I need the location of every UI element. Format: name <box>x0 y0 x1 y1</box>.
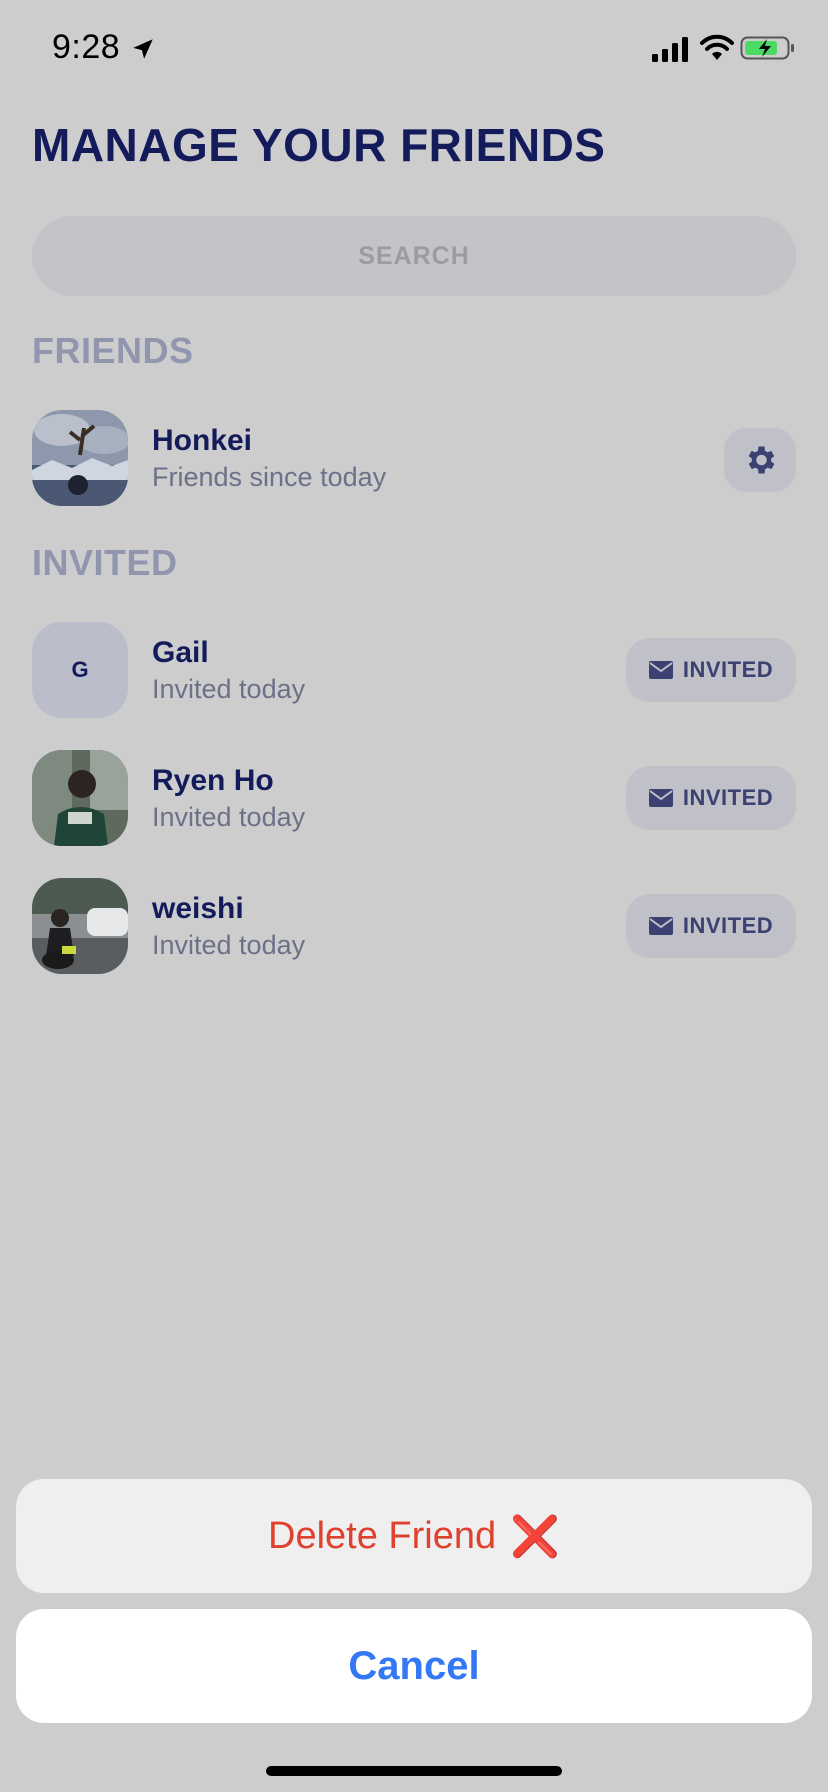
invited-date-text: Invited today <box>152 930 306 960</box>
avatar <box>32 750 128 846</box>
friends-section-header: FRIENDS <box>32 330 194 371</box>
invited-row[interactable]: Ryen Ho Invited today INVITED <box>32 750 796 846</box>
cellular-signal-icon <box>652 37 688 62</box>
invited-name: Gail <box>152 636 209 669</box>
mail-icon <box>648 917 673 935</box>
invited-name: Ryen Ho <box>152 764 274 797</box>
status-time: 9:28 <box>52 28 121 66</box>
invited-section-header: INVITED <box>32 542 178 583</box>
invited-button-label: INVITED <box>682 913 774 938</box>
friend-name: Honkei <box>152 424 253 457</box>
location-arrow-icon <box>133 39 153 59</box>
invited-button[interactable]: INVITED <box>626 638 796 702</box>
wifi-icon <box>700 34 734 60</box>
invited-button-label: INVITED <box>682 785 774 810</box>
invited-row[interactable]: weishi Invited today INVITED <box>32 878 796 974</box>
gear-icon <box>748 446 775 474</box>
battery-charging-icon <box>740 36 794 60</box>
invited-button-label: INVITED <box>682 657 774 682</box>
delete-friend-button[interactable]: Delete Friend ❌ <box>16 1479 812 1593</box>
cancel-button[interactable]: Cancel <box>16 1609 812 1723</box>
avatar <box>32 410 128 506</box>
invited-date-text: Invited today <box>152 802 306 832</box>
delete-friend-label: Delete Friend <box>268 1514 497 1557</box>
search-input[interactable]: SEARCH <box>32 216 796 296</box>
invited-button[interactable]: INVITED <box>626 766 796 830</box>
avatar: G <box>32 622 128 718</box>
invited-button[interactable]: INVITED <box>626 894 796 958</box>
friend-row[interactable]: Honkei Friends since today <box>32 410 796 506</box>
cancel-label: Cancel <box>348 1643 480 1688</box>
mail-icon <box>648 789 673 807</box>
invited-row[interactable]: G Gail Invited today INVITED <box>32 622 796 718</box>
cross-mark-icon: ❌ <box>510 1514 560 1559</box>
friend-since-text: Friends since today <box>152 462 387 492</box>
avatar <box>32 878 128 974</box>
page-title: MANAGE YOUR FRIENDS <box>32 119 606 171</box>
home-indicator[interactable] <box>266 1766 562 1776</box>
friend-settings-button[interactable] <box>724 428 796 492</box>
invited-date-text: Invited today <box>152 674 306 704</box>
mail-icon <box>648 661 673 679</box>
invited-name: weishi <box>152 892 244 925</box>
status-bar: 9:28 <box>0 0 828 100</box>
